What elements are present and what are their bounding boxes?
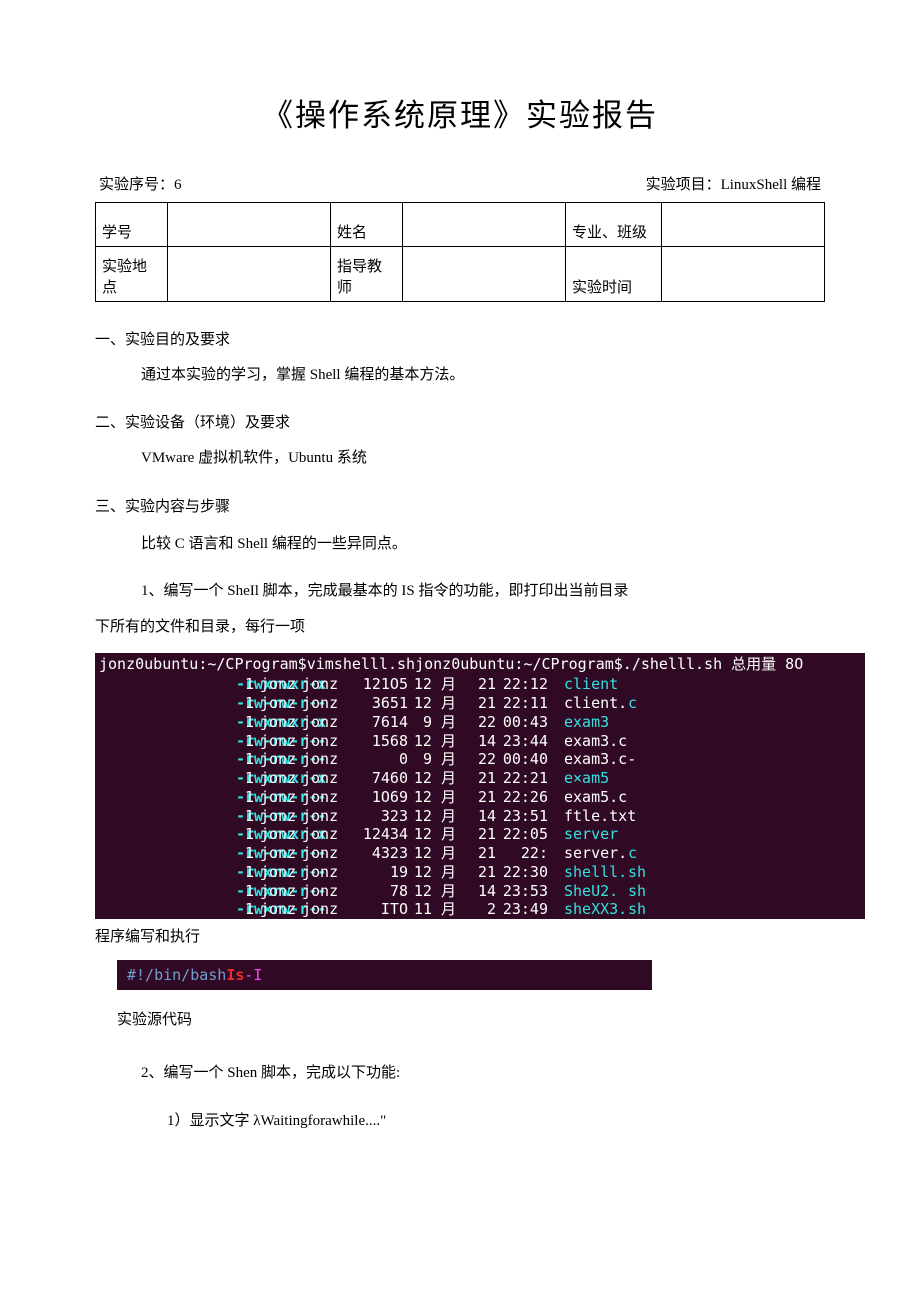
question-2: 2、编写一个 Shen 脚本，完成以下功能:	[141, 1059, 825, 1088]
cell-name	[402, 203, 565, 247]
ls-row: -rwxrwxr-x1jonzjonz746012 月2122:21e×am5	[95, 769, 865, 788]
cell-name-label: 姓名	[331, 203, 403, 247]
section-3-p2b: 下所有的文件和目录，每行一项	[95, 615, 825, 641]
cell-student-id-label: 学号	[96, 203, 168, 247]
question-2a: 1）显示文字 λWaitingforawhile...."	[167, 1106, 825, 1138]
meta-row: 实验序号：6 实验项目：LinuxShell 编程	[95, 173, 825, 194]
ls-row: -rw-rw-r--1jonzjonz32312 月1423:51ftle.tx…	[95, 807, 865, 826]
code-block: #!/bin/bashIs-I	[117, 960, 652, 990]
ls-row: -rw-rw-r--1jonzjonz156812 月1423:44exam3.…	[95, 732, 865, 751]
ls-row: -rwxrwxr-x1jonzjonz1243412 月2122:05serve…	[95, 825, 865, 844]
cell-teacher	[402, 247, 565, 302]
section-3-p2a: 1、编写一个 SheIl 脚本，完成最基本的 IS 指令的功能，即打印出当前目录	[141, 577, 825, 606]
page-title: 《操作系统原理》实验报告	[95, 90, 825, 135]
seq-label: 实验序号：6	[99, 173, 182, 194]
table-row: 学号 姓名 专业、班级	[96, 203, 825, 247]
cell-place-label: 实验地点	[96, 247, 168, 302]
ls-row: -rwxrwxr-x1jonzjonz121O512 月2122:12clien…	[95, 675, 865, 694]
code-opt: -I	[244, 966, 262, 984]
code-shebang: #!/bin/bash	[127, 966, 226, 984]
cell-class-label: 专业、班级	[566, 203, 662, 247]
cell-time	[661, 247, 824, 302]
ls-row: -rw-rw-r--1jonzjonz09 月2200:40exam3.c-	[95, 750, 865, 769]
cell-place	[167, 247, 330, 302]
code-cmd: Is	[226, 966, 244, 984]
proj-label: 实验项目：LinuxShell 编程	[646, 173, 821, 194]
ls-row: -rwxrwxr-x1jonzjonz76149 月2200:43exam3	[95, 713, 865, 732]
terminal-header: jonz0ubuntu:~/CProgram$vimshelll.shjonz0…	[95, 653, 865, 676]
ls-row: -rw-rw-r--1jonzjonz432312 月2122:server.c	[95, 844, 865, 863]
caption-run: 程序编写和执行	[95, 925, 825, 946]
section-2-para: VMware 虚拟机软件，Ubuntu 系统	[141, 446, 825, 472]
ls-row: -rw×rw-r--1jonzjonzITO11 月223:49sheXX3.s…	[95, 900, 865, 919]
ls-row: -rw-rw-r--1jonzjonz365112 月2122:11client…	[95, 694, 865, 713]
section-1-heading: 一、实验目的及要求	[95, 328, 825, 349]
section-1-para: 通过本实验的学习，掌握 Shell 编程的基本方法。	[141, 363, 825, 389]
cell-student-id	[167, 203, 330, 247]
caption-src: 实验源代码	[117, 1008, 825, 1029]
ls-row: -rw-rw-r--1jonzjonz1O6912 月2122:26exam5.…	[95, 788, 865, 807]
section-3-p1: 比较 C 语言和 Shell 编程的一些异同点。	[141, 530, 825, 559]
cell-teacher-label: 指导教师	[331, 247, 403, 302]
ls-row: -rwxrw-r--1jonzjonz7812 月1423:53SheU2.sh	[95, 882, 865, 901]
section-3-heading: 三、实验内容与步骤	[95, 495, 825, 516]
cell-time-label: 实验时间	[566, 247, 662, 302]
table-row: 实验地点 指导教师 实验时间	[96, 247, 825, 302]
info-table: 学号 姓名 专业、班级 实验地点 指导教师 实验时间	[95, 202, 825, 302]
terminal-output: jonz0ubuntu:~/CProgram$vimshelll.shjonz0…	[95, 653, 865, 920]
section-2-heading: 二、实验设备（环境）及要求	[95, 411, 825, 432]
cell-class	[661, 203, 824, 247]
ls-row: -rwxrw-r--1jonzjonz1912 月2122:30shelll.s…	[95, 863, 865, 882]
